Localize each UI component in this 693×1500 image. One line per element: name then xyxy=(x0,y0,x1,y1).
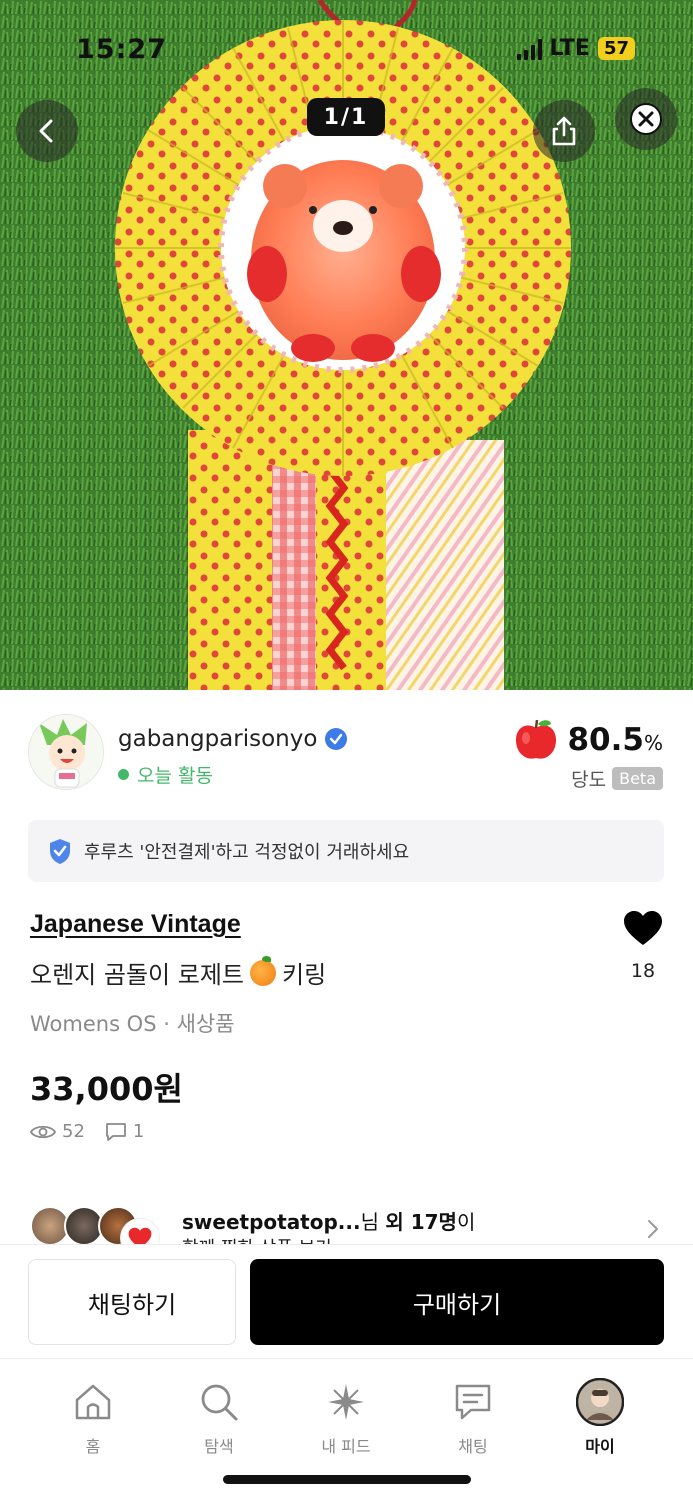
score-unit: % xyxy=(643,731,663,755)
like-button[interactable]: 18 xyxy=(621,910,665,982)
battery-icon: 57 xyxy=(597,37,635,60)
safe-payment-text: 후루츠 '안전결제'하고 걱정없이 거래하세요 xyxy=(84,842,410,863)
beta-badge: Beta xyxy=(612,767,663,790)
saver-heart-badge xyxy=(120,1218,160,1244)
network-label: LTE xyxy=(549,36,590,61)
safe-payment-banner[interactable]: 후루츠 '안전결제'하고 걱정없이 거래하세요 xyxy=(28,820,664,882)
profile-avatar-icon xyxy=(576,1378,624,1426)
search-icon xyxy=(201,1384,238,1421)
saved-by-count: 외 17명 xyxy=(385,1210,457,1234)
chevron-right-icon xyxy=(648,1220,658,1238)
score-value-row: 80.5% xyxy=(567,722,663,758)
status-time: 15:27 xyxy=(76,34,167,65)
tab-my-feed-label: 내 피드 xyxy=(321,1437,371,1456)
saved-by-name: sweetpotatop... xyxy=(182,1210,361,1234)
eye-icon xyxy=(30,1125,56,1138)
tab-my-label: 마이 xyxy=(585,1437,615,1456)
close-button[interactable] xyxy=(615,88,677,150)
seller-section[interactable]: gabangparisonyo 오늘 활동 80.5% 당도 Beta xyxy=(0,690,693,810)
product-title-text: 오렌지 곰돌이 로제트 xyxy=(30,961,244,989)
saved-by-text: sweetpotatop...님 외 17명이 xyxy=(182,1206,475,1235)
saved-by-suffix-prefix: 님 xyxy=(360,1210,386,1234)
score-value: 80.5 xyxy=(567,722,644,758)
heart-icon xyxy=(624,911,662,945)
like-count: 18 xyxy=(630,960,656,982)
comment-icon xyxy=(106,1122,126,1141)
tab-chat-label: 채팅 xyxy=(458,1437,488,1456)
product-image-gallery[interactable]: 15:27 LTE 57 1/1 xyxy=(0,0,693,690)
orange-emoji-icon xyxy=(249,955,276,986)
signal-icon xyxy=(516,38,542,60)
chevron-left-icon xyxy=(39,119,53,143)
tab-explore[interactable]: 탐색 xyxy=(164,1379,274,1457)
shield-icon xyxy=(50,839,70,864)
view-count: 52 xyxy=(62,1121,85,1142)
verified-badge-icon xyxy=(325,728,348,750)
online-dot-icon xyxy=(118,769,129,780)
score-label: 당도 xyxy=(571,769,607,791)
product-price: 33,000원 xyxy=(30,1070,183,1108)
tab-home-label: 홈 xyxy=(85,1437,101,1456)
image-counter: 1/1 xyxy=(307,98,385,136)
product-category: Womens OS · 새상품 xyxy=(30,1012,235,1036)
avatar-icon xyxy=(29,715,103,789)
saved-by-suffix-end: 이 xyxy=(456,1210,476,1234)
close-icon xyxy=(630,103,662,135)
product-title: 오렌지 곰돌이 로제트 키링 xyxy=(30,955,326,990)
activity-status: 오늘 활동 xyxy=(118,761,213,788)
score-label-row: 당도 Beta xyxy=(571,765,663,792)
apple-icon xyxy=(516,719,557,759)
brand-link[interactable]: Japanese Vintage xyxy=(30,910,241,939)
chat-button[interactable]: 채팅하기 xyxy=(28,1259,236,1345)
bottom-action-bar: 채팅하기 구매하기 xyxy=(0,1244,693,1358)
saved-by-row[interactable]: sweetpotatop...님 외 17명이 함께 찜한 상품 보기 xyxy=(28,1200,668,1244)
share-icon xyxy=(552,116,576,146)
tab-explore-label: 탐색 xyxy=(204,1437,234,1456)
home-indicator[interactable] xyxy=(223,1475,471,1484)
home-icon xyxy=(75,1384,111,1420)
heart-icon xyxy=(128,1227,152,1244)
seller-username[interactable]: gabangparisonyo xyxy=(118,726,317,752)
product-stats: 52 1 xyxy=(30,1121,144,1142)
tab-chat[interactable]: 채팅 xyxy=(418,1379,528,1457)
seller-avatar[interactable] xyxy=(28,714,104,790)
activity-label: 오늘 활동 xyxy=(137,765,213,787)
product-title-suffix: 키링 xyxy=(281,961,327,989)
saved-by-subtext: 함께 찜한 상품 보기 xyxy=(182,1234,332,1244)
status-indicators: LTE 57 xyxy=(516,36,635,61)
tab-home[interactable]: 홈 xyxy=(38,1379,148,1457)
sweetness-score[interactable]: 80.5% xyxy=(513,718,663,762)
tab-my[interactable]: 마이 xyxy=(545,1378,655,1457)
back-button[interactable] xyxy=(16,100,78,162)
status-bar: 15:27 LTE 57 xyxy=(0,0,693,80)
buy-button[interactable]: 구매하기 xyxy=(250,1259,664,1345)
chat-icon xyxy=(455,1384,491,1420)
comment-count: 1 xyxy=(132,1121,145,1142)
sparkle-icon xyxy=(328,1384,364,1420)
share-button[interactable] xyxy=(533,100,595,162)
tab-my-feed[interactable]: 내 피드 xyxy=(291,1379,401,1457)
seller-name-row[interactable]: gabangparisonyo xyxy=(118,726,348,752)
